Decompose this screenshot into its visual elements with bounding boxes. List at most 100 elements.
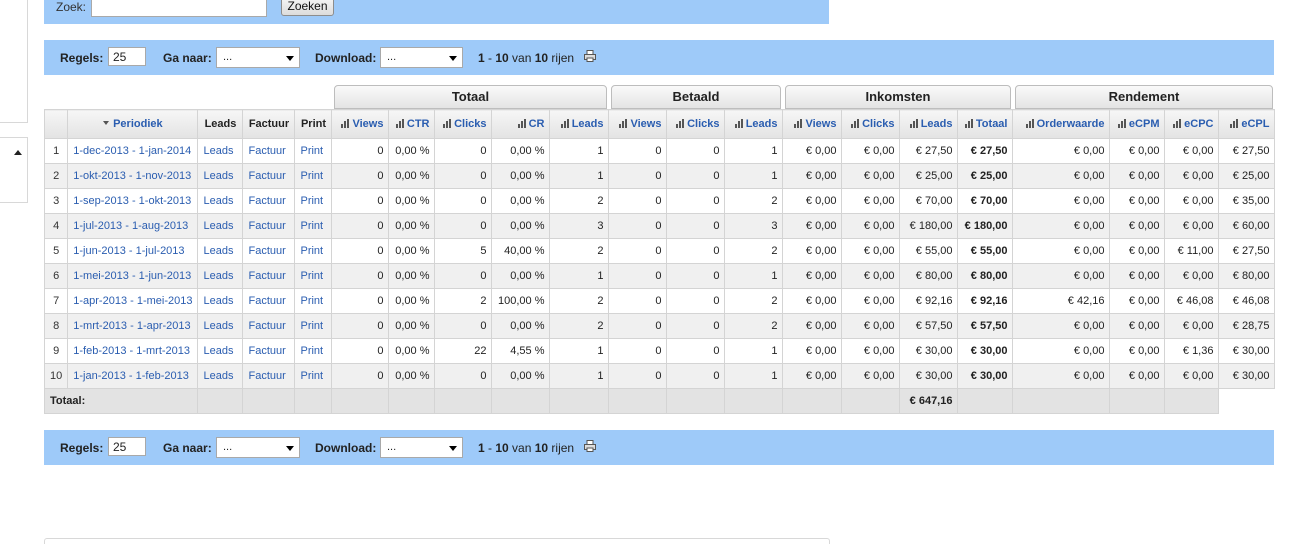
col-orderwaarde[interactable]: Orderwaarde	[1012, 109, 1111, 139]
table-cell: 0	[608, 188, 668, 214]
col-totaal-clicks[interactable]: Clicks	[434, 109, 493, 139]
print-link[interactable]: Print	[294, 138, 333, 164]
factuur-link[interactable]: Factuur	[242, 288, 296, 314]
table-cell: € 0,00	[1164, 188, 1220, 214]
download-label: Download:	[315, 441, 377, 455]
table-cell: € 0,00	[841, 138, 901, 164]
group-rendement: Rendement	[1012, 85, 1275, 110]
leads-link[interactable]: Leads	[197, 213, 244, 239]
table-cell: € 0,00	[1012, 238, 1111, 264]
leads-link[interactable]: Leads	[197, 338, 244, 364]
table-cell: € 0,00	[841, 363, 901, 389]
col-inkomsten-leads[interactable]: Leads	[899, 109, 959, 139]
table-cell: 0,00 %	[388, 313, 436, 339]
factuur-link[interactable]: Factuur	[242, 338, 296, 364]
bar-chart-icon	[734, 119, 743, 128]
period-link[interactable]: 1-jul-2013 - 1-aug-2013	[67, 213, 199, 239]
printer-icon[interactable]	[584, 440, 596, 452]
factuur-link[interactable]: Factuur	[242, 163, 296, 189]
period-link[interactable]: 1-apr-2013 - 1-mei-2013	[67, 288, 199, 314]
print-link[interactable]: Print	[294, 263, 333, 289]
leads-link[interactable]: Leads	[197, 313, 244, 339]
table-cell: € 0,00	[782, 163, 843, 189]
period-link[interactable]: 1-jan-2013 - 1-feb-2013	[67, 363, 199, 389]
print-link[interactable]: Print	[294, 313, 333, 339]
period-link[interactable]: 1-jun-2013 - 1-jul-2013	[67, 238, 199, 264]
leads-link[interactable]: Leads	[197, 138, 244, 164]
table-cell: € 0,00	[782, 138, 843, 164]
period-link[interactable]: 1-mei-2013 - 1-jun-2013	[67, 263, 199, 289]
table-cell: € 0,00	[841, 238, 901, 264]
bar-chart-icon	[341, 119, 350, 128]
goto-select[interactable]: ...	[216, 47, 300, 68]
leads-link[interactable]: Leads	[197, 163, 244, 189]
printer-icon[interactable]	[584, 50, 596, 62]
col-betaald-clicks[interactable]: Clicks	[666, 109, 726, 139]
col-ecpl[interactable]: eCPL	[1218, 109, 1276, 139]
factuur-link[interactable]: Factuur	[242, 313, 296, 339]
factuur-link[interactable]: Factuur	[242, 238, 296, 264]
col-totaal-cr[interactable]: CR	[491, 109, 551, 139]
print-link[interactable]: Print	[294, 338, 333, 364]
print-link[interactable]: Print	[294, 213, 333, 239]
factuur-link[interactable]: Factuur	[242, 263, 296, 289]
table-cell: 0	[331, 263, 390, 289]
period-link[interactable]: 1-dec-2013 - 1-jan-2014	[67, 138, 199, 164]
leads-link[interactable]: Leads	[197, 188, 244, 214]
table-cell: € 0,00	[1109, 188, 1166, 214]
factuur-link[interactable]: Factuur	[242, 363, 296, 389]
print-link[interactable]: Print	[294, 163, 333, 189]
sidebar-panel-collapsed[interactable]	[0, 137, 28, 203]
factuur-link[interactable]: Factuur	[242, 213, 296, 239]
leads-link[interactable]: Leads	[197, 263, 244, 289]
table-cell: 0	[666, 288, 726, 314]
goto-select[interactable]: ...	[216, 437, 300, 458]
chevron-down-icon	[286, 56, 294, 61]
goto-select-value: ...	[223, 441, 233, 453]
col-totaal-ctr[interactable]: CTR	[388, 109, 436, 139]
col-totaal-leads[interactable]: Leads	[549, 109, 610, 139]
leads-link[interactable]: Leads	[197, 288, 244, 314]
search-input[interactable]	[91, 0, 267, 17]
table-cell: 0,00 %	[491, 138, 551, 164]
search-button[interactable]: Zoeken	[281, 0, 334, 16]
leads-link[interactable]: Leads	[197, 363, 244, 389]
download-select[interactable]: ...	[380, 47, 463, 68]
col-totaal-views[interactable]: Views	[331, 109, 390, 139]
print-link[interactable]: Print	[294, 363, 333, 389]
table-cell: 1	[549, 163, 610, 189]
col-ecpm[interactable]: eCPM	[1109, 109, 1166, 139]
factuur-link[interactable]: Factuur	[242, 138, 296, 164]
row-number: 2	[43, 163, 69, 189]
col-betaald-leads[interactable]: Leads	[724, 109, 784, 139]
table-cell: 1	[724, 163, 784, 189]
table-cell: 2	[549, 188, 610, 214]
table-cell: € 0,00	[1012, 338, 1111, 364]
bar-chart-icon	[1173, 119, 1182, 128]
rules-input[interactable]: 25	[108, 437, 146, 456]
print-link[interactable]: Print	[294, 288, 333, 314]
table-cell: € 42,16	[1012, 288, 1111, 314]
table-cell: 5	[434, 238, 493, 264]
period-link[interactable]: 1-okt-2013 - 1-nov-2013	[67, 163, 199, 189]
col-inkomsten-totaal[interactable]: Totaal	[957, 109, 1014, 139]
table-cell: € 0,00	[1109, 213, 1166, 239]
col-betaald-views[interactable]: Views	[608, 109, 668, 139]
col-leads-link: Leads	[197, 109, 244, 139]
factuur-link[interactable]: Factuur	[242, 188, 296, 214]
download-select[interactable]: ...	[380, 437, 463, 458]
col-ecpc[interactable]: eCPC	[1164, 109, 1220, 139]
rules-input[interactable]: 25	[108, 47, 146, 66]
col-inkomsten-views[interactable]: Views	[782, 109, 843, 139]
period-link[interactable]: 1-feb-2013 - 1-mrt-2013	[67, 338, 199, 364]
collapse-up-icon[interactable]	[14, 150, 22, 155]
col-inkomsten-clicks[interactable]: Clicks	[841, 109, 901, 139]
print-link[interactable]: Print	[294, 238, 333, 264]
col-periodiek[interactable]: Periodiek	[67, 109, 199, 139]
table-cell: € 80,00	[957, 263, 1014, 289]
period-link[interactable]: 1-mrt-2013 - 1-apr-2013	[67, 313, 199, 339]
totals-row: Totaal: € 647,16	[43, 388, 1275, 414]
period-link[interactable]: 1-sep-2013 - 1-okt-2013	[67, 188, 199, 214]
print-link[interactable]: Print	[294, 188, 333, 214]
leads-link[interactable]: Leads	[197, 238, 244, 264]
